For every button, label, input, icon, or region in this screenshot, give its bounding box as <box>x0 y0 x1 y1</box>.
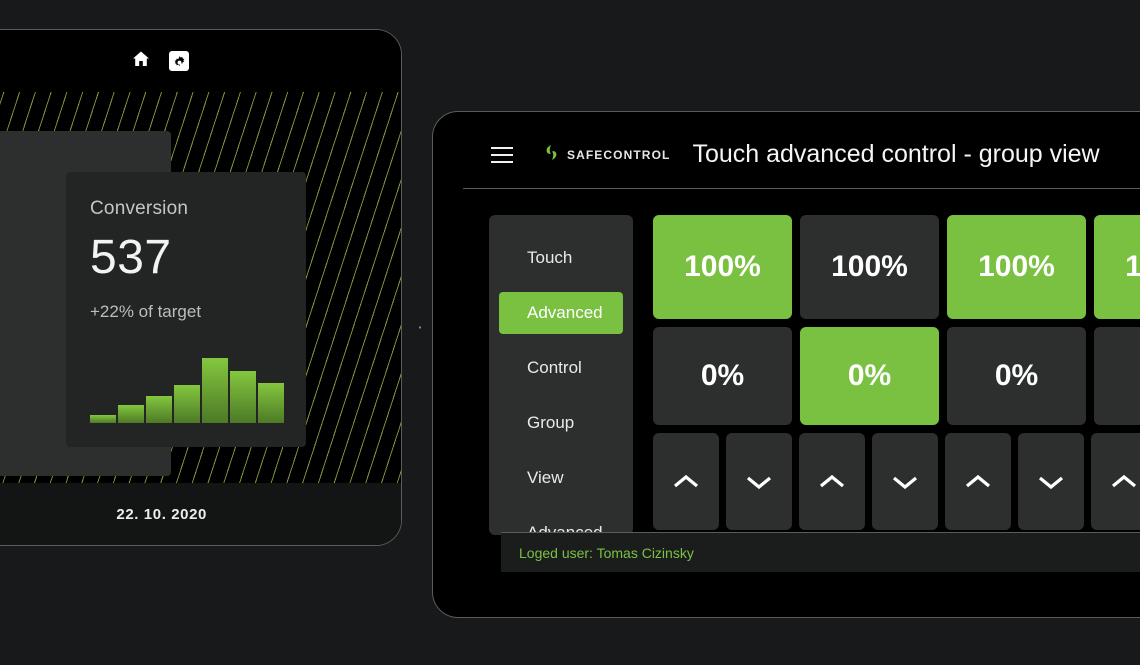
percentage-button[interactable]: 100% <box>947 215 1086 319</box>
safecontrol-leaf-icon <box>543 144 560 166</box>
gear-icon[interactable] <box>169 51 189 71</box>
menu-item-label: Control <box>527 358 582 377</box>
home-icon[interactable] <box>131 49 151 74</box>
left-device-toolbar <box>0 30 401 92</box>
chevron-down-icon[interactable] <box>1018 433 1084 530</box>
brand-logo: SAFECONTROL <box>543 144 670 166</box>
side-menu-panel: Touch Advanced Control Group View <box>489 215 633 542</box>
percentage-label: 100% <box>831 250 908 283</box>
chart-bar <box>230 370 256 423</box>
conversion-title: Conversion <box>90 198 189 219</box>
chevron-up-icon[interactable] <box>799 433 865 530</box>
left-tablet-device: Conversion 537 +22% of target 22. 10. 20… <box>0 29 402 546</box>
percentage-button[interactable]: 0% <box>653 327 792 425</box>
brand-name: SAFECONTROL <box>567 147 671 162</box>
percentage-button[interactable]: 0% <box>947 327 1086 425</box>
sidebar-item-advanced[interactable]: Advanced <box>499 292 623 334</box>
sidebar-item-view[interactable]: View <box>499 457 623 499</box>
chart-bar <box>146 396 172 423</box>
status-bar: Loged user: Tomas Cizinsky <box>501 532 1140 572</box>
chevron-down-icon[interactable] <box>872 433 938 530</box>
conversion-subtitle: +22% of target <box>90 302 202 321</box>
chart-bar <box>202 358 228 423</box>
right-device-screen: SAFECONTROL Touch advanced control - gro… <box>463 121 1140 608</box>
right-tablet-device: SAFECONTROL Touch advanced control - gro… <box>432 111 1140 618</box>
date-display: 22. 10. 2020 <box>116 505 207 523</box>
percentage-row-bottom: 0% 0% 0% 0% <box>653 327 1140 425</box>
chart-bar <box>118 405 144 423</box>
conversion-sparkline-chart <box>90 351 284 423</box>
app-body: Touch Advanced Control Group View 100% 1… <box>463 189 1140 542</box>
control-grid: 100% 100% 100% 100% <box>653 215 1140 538</box>
chart-bar <box>90 414 116 423</box>
menu-item-label: Group <box>527 413 575 432</box>
percentage-label: 0% <box>847 359 892 392</box>
sidebar-item-control[interactable]: Control <box>499 347 623 389</box>
hamburger-icon[interactable] <box>491 146 513 163</box>
percentage-button[interactable]: 100% <box>653 215 792 319</box>
chevron-up-icon[interactable] <box>945 433 1011 530</box>
percentage-label: 0% <box>700 359 745 392</box>
sidebar-item-touch[interactable]: Touch <box>499 237 623 279</box>
chevron-up-icon[interactable] <box>1091 433 1140 530</box>
conversion-card: Conversion 537 +22% of target <box>66 172 306 447</box>
percentage-label: 0% <box>994 359 1039 392</box>
percentage-label: 100% <box>1125 250 1140 284</box>
chart-bar <box>258 382 284 423</box>
screenshot-stage: Conversion 537 +22% of target 22. 10. 20… <box>0 0 1140 665</box>
left-device-footer: 22. 10. 2020 <box>0 483 401 545</box>
logged-user-status: Loged user: Tomas Cizinsky <box>519 544 694 561</box>
left-device-screen: Conversion 537 +22% of target 22. 10. 20… <box>0 30 401 545</box>
chevron-down-icon[interactable] <box>726 433 792 530</box>
percentage-button[interactable]: 100% <box>800 215 939 319</box>
percentage-label: 100% <box>978 250 1055 283</box>
app-header: SAFECONTROL Touch advanced control - gro… <box>463 121 1140 189</box>
percentage-button[interactable]: 100% <box>1094 215 1140 319</box>
percentage-label: 100% <box>684 250 761 283</box>
menu-item-label: Touch <box>527 248 573 267</box>
conversion-value: 537 <box>90 231 172 284</box>
percentage-row-top: 100% 100% 100% 100% <box>653 215 1140 319</box>
sidebar-item-group[interactable]: Group <box>499 402 623 444</box>
percentage-button[interactable]: 0% <box>1094 327 1140 425</box>
chart-bar <box>174 385 200 423</box>
menu-item-label: View <box>527 468 564 487</box>
page-title: Touch advanced control - group view <box>692 140 1100 168</box>
chevron-up-icon[interactable] <box>653 433 719 530</box>
menu-item-label: Advanced <box>527 303 603 322</box>
stepper-row <box>653 433 1140 530</box>
percentage-button[interactable]: 0% <box>800 327 939 425</box>
